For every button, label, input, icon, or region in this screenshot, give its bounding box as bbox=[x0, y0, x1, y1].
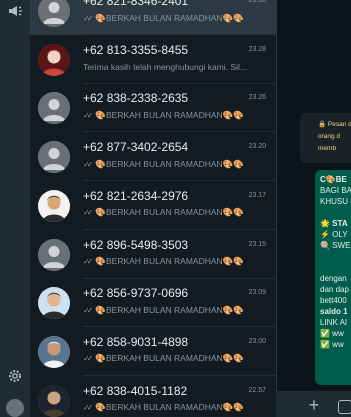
contact-name: +62 821-8346-2401 bbox=[83, 0, 189, 8]
bubble-line: KHUSU bbox=[320, 197, 349, 206]
notice-line: orang d bbox=[318, 133, 341, 140]
chat-list-item[interactable]: +62 813-3355-8455 23.28 Terima kasih telah… bbox=[30, 36, 276, 84]
preview-text: 🎨BERKAH BULAN RAMADHAN🎨🎨 bbox=[95, 256, 244, 266]
bubble-line: ✅ ww bbox=[320, 329, 344, 338]
preview-text: 🎨BERKAH BULAN RAMADHAN🎨🎨 bbox=[95, 402, 244, 413]
message-preview: ✓✓ 🎨BERKAH BULAN RAMADHAN🎨🎨 bbox=[83, 402, 271, 414]
read-receipt-icon: ✓✓ bbox=[83, 305, 94, 315]
bubble-line: LINK AI bbox=[320, 318, 348, 327]
chat-list-item[interactable]: +62 821-8346-2401 23.30 ✓✓ 🎨BERKAH BULAN RA… bbox=[30, 0, 276, 35]
chat-list-item[interactable]: +62 821-2634-2976 23.17 ✓✓ 🎨BERKAH BULAN RA… bbox=[30, 182, 276, 230]
message-preview: ✓✓ 🎨BERKAH BULAN RAMADHAN🎨🎨 bbox=[83, 256, 271, 268]
contact-avatar bbox=[38, 384, 70, 417]
contact-name: +62 813-3355-8455 bbox=[83, 42, 189, 57]
notice-line: memb bbox=[318, 145, 337, 152]
contact-name: +62 877-3402-2654 bbox=[83, 140, 189, 155]
conversation-pane: 🔒 Pesan d orang d memb C🎨BE BAGI BA KHUSU … bbox=[276, 0, 351, 417]
bubble-line: 🌟 STA bbox=[320, 219, 348, 228]
contact-avatar bbox=[38, 43, 70, 76]
profile-avatar[interactable] bbox=[0, 398, 30, 417]
chat-list-item[interactable]: +62 858-9031-4898 23.00 ✓✓ 🎨BERKAH BULAN RA… bbox=[30, 328, 276, 376]
chat-list-item[interactable]: +62 877-3402-2654 23.20 ✓✓ 🎨BERKAH BULAN RA… bbox=[30, 133, 276, 182]
contact-avatar bbox=[38, 287, 70, 320]
message-preview: ✓✓ 🎨BERKAH BULAN RAMADHAN🎨🎨 bbox=[83, 158, 271, 170]
contact-avatar bbox=[38, 189, 70, 222]
preview-text: 🎨BERKAH BULAN RAMADHAN🎨🎨 bbox=[95, 304, 244, 315]
read-receipt-icon: ✓✓ bbox=[83, 110, 94, 120]
contact-avatar bbox=[38, 335, 70, 368]
message-time: 22.57 bbox=[248, 386, 266, 394]
message-preview: ✓✓ 🎨BERKAH BULAN RAMADHAN🎨🎨 bbox=[83, 304, 271, 316]
read-receipt-icon: ✓✓ bbox=[83, 354, 94, 364]
message-time: 23.17 bbox=[248, 191, 266, 199]
bubble-line: 🍭 SWE bbox=[320, 241, 351, 250]
preview-text: 🎨BERKAH BULAN RAMADHAN🎨🎨 bbox=[95, 353, 244, 364]
message-preview: ✓✓ 🎨BERKAH BULAN RAMADHAN🎨🎨 bbox=[83, 353, 271, 365]
preview-text: 🎨BERKAH BULAN RAMADHAN🎨🎨 bbox=[95, 109, 244, 120]
chat-list-item[interactable]: +62 838-4015-1182 22.57 ✓✓ 🎨BERKAH BULAN RA… bbox=[30, 377, 276, 417]
chat-list-item[interactable]: +62 896-5498-3503 23.15 ✓✓ 🎨BERKAH BULAN RA… bbox=[30, 231, 276, 279]
message-time: 23.20 bbox=[248, 143, 266, 151]
megaphone-icon[interactable] bbox=[0, 0, 30, 22]
bubble-line: C🎨BE bbox=[320, 175, 347, 184]
read-receipt-icon: ✓✓ bbox=[83, 257, 94, 266]
contact-avatar bbox=[38, 238, 70, 271]
message-time: 23.26 bbox=[248, 94, 266, 102]
chat-list-item[interactable]: +62 838-2338-2635 23.26 ✓✓ 🎨BERKAH BULAN RA… bbox=[30, 84, 276, 133]
settings-gear-icon[interactable] bbox=[0, 365, 30, 387]
bubble-line: saldo 1 bbox=[320, 307, 348, 316]
bubble-line: ⚡ OLY bbox=[320, 230, 348, 239]
preview-text: Terima kasih telah menghubungi kami. Sil… bbox=[83, 61, 247, 72]
read-receipt-icon: ✓✓ bbox=[83, 159, 94, 169]
encryption-notice: 🔒 Pesan d orang d memb bbox=[300, 113, 351, 163]
preview-text: 🎨BERKAH BULAN RAMADHAN🎨🎨 bbox=[95, 207, 244, 218]
left-rail bbox=[0, 0, 30, 417]
message-preview: ✓✓ 🎨BERKAH BULAN RAMADHAN🎨🎨 bbox=[83, 12, 271, 24]
attach-icon[interactable] bbox=[338, 400, 351, 414]
bubble-line: bett400 bbox=[320, 296, 347, 305]
message-preview: Terima kasih telah menghubungi kami. Sil… bbox=[83, 61, 271, 73]
pane-divider bbox=[276, 0, 277, 417]
bubble-line bbox=[320, 207, 351, 218]
message-time: 23.15 bbox=[248, 240, 266, 248]
contact-name: +62 896-5498-3503 bbox=[83, 237, 189, 252]
bubble-line: BAGI BA bbox=[320, 186, 351, 195]
chat-list-item[interactable]: +62 856-9737-0696 23.09 ✓✓ 🎨BERKAH BULAN RA… bbox=[30, 279, 276, 328]
plus-icon[interactable]: + bbox=[304, 393, 324, 417]
preview-text: 🎨BERKAH BULAN RAMADHAN🎨🎨 bbox=[95, 12, 244, 23]
contact-avatar bbox=[38, 92, 70, 125]
read-receipt-icon: ✓✓ bbox=[83, 208, 94, 218]
bubble-line: dan dap bbox=[320, 285, 349, 294]
chat-list: +62 821-8346-2401 23.30 ✓✓ 🎨BERKAH BULAN RA… bbox=[30, 0, 276, 417]
message-preview: ✓✓ 🎨BERKAH BULAN RAMADHAN🎨🎨 bbox=[83, 207, 271, 219]
contact-name: +62 858-9031-4898 bbox=[83, 334, 189, 349]
contact-avatar bbox=[38, 141, 70, 174]
message-preview: ✓✓ 🎨BERKAH BULAN RAMADHAN🎨🎨 bbox=[83, 109, 271, 121]
message-time: 23.00 bbox=[248, 337, 266, 345]
bubble-line: ✅ ww bbox=[320, 340, 344, 349]
read-receipt-icon: ✓✓ bbox=[83, 13, 94, 23]
read-receipt-icon: ✓✓ bbox=[83, 403, 94, 413]
bubble-line bbox=[320, 262, 351, 273]
notice-line: 🔒 Pesan d bbox=[318, 121, 351, 128]
contact-name: +62 838-2338-2635 bbox=[83, 91, 189, 106]
message-time: 23.28 bbox=[248, 45, 266, 53]
contact-name: +62 838-4015-1182 bbox=[83, 383, 188, 398]
message-time: 23.30 bbox=[248, 0, 266, 4]
preview-text: 🎨BERKAH BULAN RAMADHAN🎨🎨 bbox=[95, 158, 244, 169]
contact-name: +62 821-2634-2976 bbox=[83, 188, 189, 203]
bubble-line: dengan bbox=[320, 274, 347, 283]
contact-avatar bbox=[38, 0, 70, 27]
message-time: 23.09 bbox=[248, 289, 266, 297]
outgoing-message-bubble[interactable]: C🎨BE BAGI BA KHUSU 🌟 STA ⚡ OLY 🍭 SWE dengan d… bbox=[315, 170, 351, 385]
bubble-line bbox=[320, 251, 351, 262]
contact-name: +62 856-9737-0696 bbox=[83, 286, 189, 301]
